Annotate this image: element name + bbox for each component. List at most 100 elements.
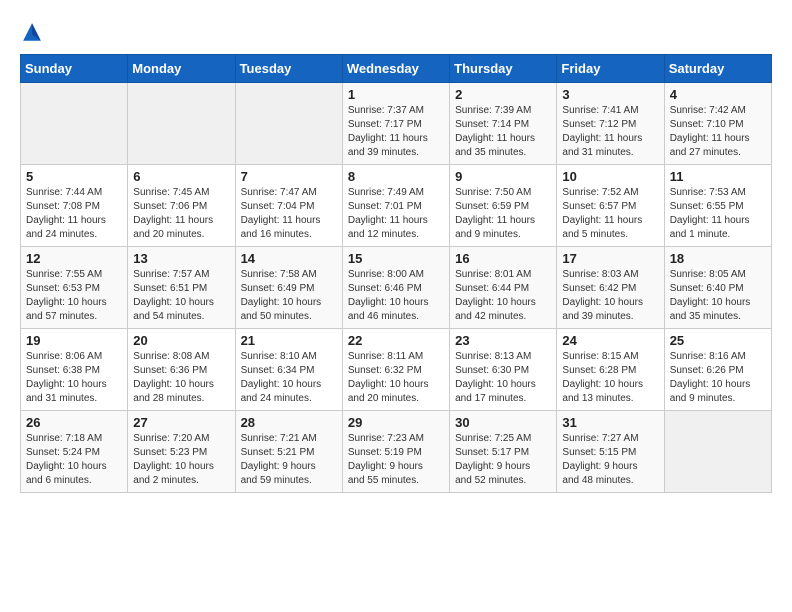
day-number: 18 xyxy=(670,251,766,266)
logo-icon xyxy=(20,20,44,44)
calendar-cell: 11 Sunrise: 7:53 AM Sunset: 6:55 PM Dayli… xyxy=(664,165,771,247)
calendar-cell: 30 Sunrise: 7:25 AM Sunset: 5:17 PM Dayli… xyxy=(450,411,557,493)
calendar-week-row: 5 Sunrise: 7:44 AM Sunset: 7:08 PM Daylig… xyxy=(21,165,772,247)
day-of-week-header: Tuesday xyxy=(235,55,342,83)
day-info: Sunrise: 8:01 AM Sunset: 6:44 PM Dayligh… xyxy=(455,268,551,324)
day-info: Sunrise: 7:42 AM Sunset: 7:10 PM Dayligh… xyxy=(670,104,766,160)
calendar-cell: 5 Sunrise: 7:44 AM Sunset: 7:08 PM Daylig… xyxy=(21,165,128,247)
day-info: Sunrise: 7:58 AM Sunset: 6:49 PM Dayligh… xyxy=(241,268,337,324)
day-info: Sunrise: 7:45 AM Sunset: 7:06 PM Dayligh… xyxy=(133,186,229,242)
calendar-cell: 28 Sunrise: 7:21 AM Sunset: 5:21 PM Dayli… xyxy=(235,411,342,493)
calendar-cell: 1 Sunrise: 7:37 AM Sunset: 7:17 PM Daylig… xyxy=(342,83,449,165)
day-info: Sunrise: 7:37 AM Sunset: 7:17 PM Dayligh… xyxy=(348,104,444,160)
day-number: 4 xyxy=(670,87,766,102)
day-number: 13 xyxy=(133,251,229,266)
calendar-cell: 8 Sunrise: 7:49 AM Sunset: 7:01 PM Daylig… xyxy=(342,165,449,247)
calendar-cell xyxy=(664,411,771,493)
calendar-cell: 17 Sunrise: 8:03 AM Sunset: 6:42 PM Dayli… xyxy=(557,247,664,329)
day-number: 2 xyxy=(455,87,551,102)
day-number: 19 xyxy=(26,333,122,348)
day-info: Sunrise: 7:20 AM Sunset: 5:23 PM Dayligh… xyxy=(133,432,229,488)
day-info: Sunrise: 8:00 AM Sunset: 6:46 PM Dayligh… xyxy=(348,268,444,324)
calendar-cell: 21 Sunrise: 8:10 AM Sunset: 6:34 PM Dayli… xyxy=(235,329,342,411)
day-number: 15 xyxy=(348,251,444,266)
calendar-cell: 19 Sunrise: 8:06 AM Sunset: 6:38 PM Dayli… xyxy=(21,329,128,411)
calendar-cell: 20Sunrise: 8:08 AM Sunset: 6:36 PM Dayli… xyxy=(128,329,235,411)
day-number: 12 xyxy=(26,251,122,266)
calendar-cell xyxy=(235,83,342,165)
day-info: Sunrise: 8:13 AM Sunset: 6:30 PM Dayligh… xyxy=(455,350,551,406)
calendar-cell: 15 Sunrise: 8:00 AM Sunset: 6:46 PM Dayli… xyxy=(342,247,449,329)
day-info: Sunrise: 7:25 AM Sunset: 5:17 PM Dayligh… xyxy=(455,432,551,488)
calendar-cell: 6 Sunrise: 7:45 AM Sunset: 7:06 PM Daylig… xyxy=(128,165,235,247)
day-number: 10 xyxy=(562,169,658,184)
day-number: 5 xyxy=(26,169,122,184)
day-info: Sunrise: 8:03 AM Sunset: 6:42 PM Dayligh… xyxy=(562,268,658,324)
day-of-week-header: Monday xyxy=(128,55,235,83)
logo xyxy=(20,20,48,44)
day-number: 27 xyxy=(133,415,229,430)
day-info: Sunrise: 8:08 AM Sunset: 6:36 PM Dayligh… xyxy=(133,350,229,406)
calendar-week-row: 26Sunrise: 7:18 AM Sunset: 5:24 PM Dayli… xyxy=(21,411,772,493)
day-of-week-header: Thursday xyxy=(450,55,557,83)
day-of-week-header: Saturday xyxy=(664,55,771,83)
calendar-cell: 16 Sunrise: 8:01 AM Sunset: 6:44 PM Dayli… xyxy=(450,247,557,329)
day-number: 28 xyxy=(241,415,337,430)
day-info: Sunrise: 8:16 AM Sunset: 6:26 PM Dayligh… xyxy=(670,350,766,406)
day-info: Sunrise: 7:53 AM Sunset: 6:55 PM Dayligh… xyxy=(670,186,766,242)
day-info: Sunrise: 7:49 AM Sunset: 7:01 PM Dayligh… xyxy=(348,186,444,242)
calendar-cell: 13 Sunrise: 7:57 AM Sunset: 6:51 PM Dayli… xyxy=(128,247,235,329)
calendar-cell: 29 Sunrise: 7:23 AM Sunset: 5:19 PM Dayli… xyxy=(342,411,449,493)
calendar-cell: 4 Sunrise: 7:42 AM Sunset: 7:10 PM Daylig… xyxy=(664,83,771,165)
day-number: 8 xyxy=(348,169,444,184)
day-info: Sunrise: 8:10 AM Sunset: 6:34 PM Dayligh… xyxy=(241,350,337,406)
calendar-cell xyxy=(128,83,235,165)
day-number: 17 xyxy=(562,251,658,266)
day-number: 6 xyxy=(133,169,229,184)
day-info: Sunrise: 7:57 AM Sunset: 6:51 PM Dayligh… xyxy=(133,268,229,324)
day-number: 9 xyxy=(455,169,551,184)
calendar-cell: 24 Sunrise: 8:15 AM Sunset: 6:28 PM Dayli… xyxy=(557,329,664,411)
day-number: 29 xyxy=(348,415,444,430)
day-number: 16 xyxy=(455,251,551,266)
day-number: 25 xyxy=(670,333,766,348)
day-number: 11 xyxy=(670,169,766,184)
calendar-cell: 18 Sunrise: 8:05 AM Sunset: 6:40 PM Dayli… xyxy=(664,247,771,329)
day-info: Sunrise: 8:06 AM Sunset: 6:38 PM Dayligh… xyxy=(26,350,122,406)
calendar-table: SundayMondayTuesdayWednesdayThursdayFrid… xyxy=(20,54,772,493)
day-number: 30 xyxy=(455,415,551,430)
calendar-cell: 3Sunrise: 7:41 AM Sunset: 7:12 PM Daylig… xyxy=(557,83,664,165)
day-of-week-header: Friday xyxy=(557,55,664,83)
day-number: 3 xyxy=(562,87,658,102)
calendar-cell: 2 Sunrise: 7:39 AM Sunset: 7:14 PM Daylig… xyxy=(450,83,557,165)
day-info: Sunrise: 7:23 AM Sunset: 5:19 PM Dayligh… xyxy=(348,432,444,488)
calendar-week-row: 1 Sunrise: 7:37 AM Sunset: 7:17 PM Daylig… xyxy=(21,83,772,165)
calendar-cell: 23Sunrise: 8:13 AM Sunset: 6:30 PM Dayli… xyxy=(450,329,557,411)
day-number: 21 xyxy=(241,333,337,348)
calendar-header-row: SundayMondayTuesdayWednesdayThursdayFrid… xyxy=(21,55,772,83)
day-info: Sunrise: 7:18 AM Sunset: 5:24 PM Dayligh… xyxy=(26,432,122,488)
calendar-cell: 22Sunrise: 8:11 AM Sunset: 6:32 PM Dayli… xyxy=(342,329,449,411)
calendar-cell xyxy=(21,83,128,165)
calendar-week-row: 19 Sunrise: 8:06 AM Sunset: 6:38 PM Dayli… xyxy=(21,329,772,411)
header xyxy=(20,20,772,44)
calendar-cell: 12 Sunrise: 7:55 AM Sunset: 6:53 PM Dayli… xyxy=(21,247,128,329)
calendar-cell: 14 Sunrise: 7:58 AM Sunset: 6:49 PM Dayli… xyxy=(235,247,342,329)
day-info: Sunrise: 8:15 AM Sunset: 6:28 PM Dayligh… xyxy=(562,350,658,406)
day-info: Sunrise: 7:21 AM Sunset: 5:21 PM Dayligh… xyxy=(241,432,337,488)
day-number: 22 xyxy=(348,333,444,348)
day-info: Sunrise: 7:55 AM Sunset: 6:53 PM Dayligh… xyxy=(26,268,122,324)
day-info: Sunrise: 8:05 AM Sunset: 6:40 PM Dayligh… xyxy=(670,268,766,324)
day-info: Sunrise: 7:47 AM Sunset: 7:04 PM Dayligh… xyxy=(241,186,337,242)
day-of-week-header: Wednesday xyxy=(342,55,449,83)
day-number: 1 xyxy=(348,87,444,102)
day-info: Sunrise: 7:44 AM Sunset: 7:08 PM Dayligh… xyxy=(26,186,122,242)
calendar-cell: 31Sunrise: 7:27 AM Sunset: 5:15 PM Dayli… xyxy=(557,411,664,493)
calendar-cell: 9Sunrise: 7:50 AM Sunset: 6:59 PM Daylig… xyxy=(450,165,557,247)
day-info: Sunrise: 7:39 AM Sunset: 7:14 PM Dayligh… xyxy=(455,104,551,160)
day-number: 14 xyxy=(241,251,337,266)
day-of-week-header: Sunday xyxy=(21,55,128,83)
day-number: 24 xyxy=(562,333,658,348)
calendar-cell: 26Sunrise: 7:18 AM Sunset: 5:24 PM Dayli… xyxy=(21,411,128,493)
day-info: Sunrise: 7:27 AM Sunset: 5:15 PM Dayligh… xyxy=(562,432,658,488)
